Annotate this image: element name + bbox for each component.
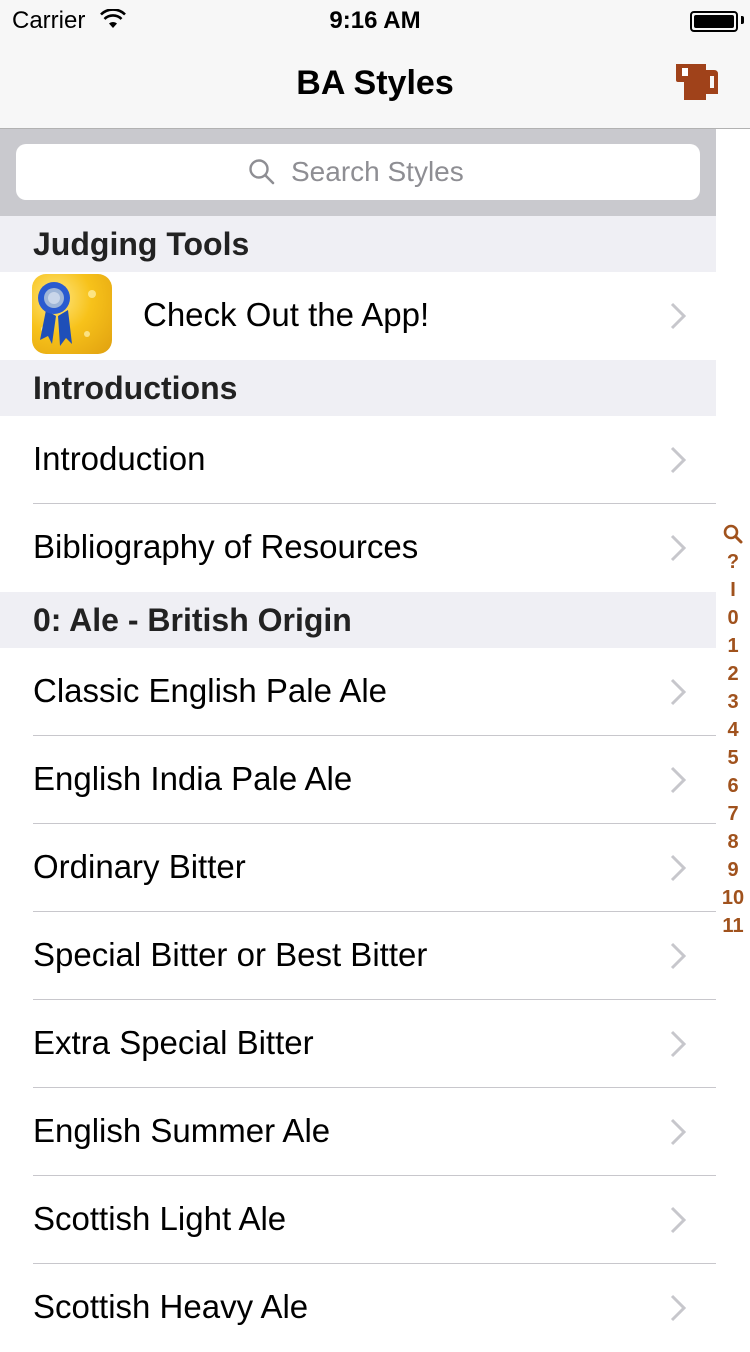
search-bar: Search Styles	[0, 129, 716, 216]
list-item-english-india-pale-ale[interactable]: English India Pale Ale	[0, 736, 716, 824]
chevron-right-icon	[670, 1206, 687, 1239]
section-title: Judging Tools	[33, 226, 250, 262]
status-time: 9:16 AM	[329, 7, 421, 34]
list-item-label: Introduction	[33, 440, 206, 477]
search-icon	[248, 158, 276, 191]
chevron-right-icon	[670, 302, 687, 335]
index-item[interactable]: 3	[727, 688, 738, 716]
section-index[interactable]: ? I 0 1 2 3 4 5 6 7 8 9 10 11	[716, 520, 750, 940]
chevron-right-icon	[670, 942, 687, 975]
list-item-label: Check Out the App!	[143, 296, 430, 333]
search-placeholder: Search Styles	[291, 156, 464, 187]
list-item-label: Scottish Heavy Ale	[33, 1288, 309, 1325]
status-bar: Carrier 9:16 AM	[0, 0, 750, 40]
chevron-right-icon	[670, 678, 687, 711]
navigation-bar: BA Styles	[0, 40, 750, 129]
index-item[interactable]: 8	[727, 828, 738, 856]
list-item-label: Special Bitter or Best Bitter	[33, 936, 428, 973]
index-item[interactable]: 9	[727, 856, 738, 884]
list-item-classic-english-pale-ale[interactable]: Classic English Pale Ale	[0, 648, 716, 736]
chevron-right-icon	[670, 446, 687, 479]
index-item[interactable]: 0	[727, 604, 738, 632]
chevron-right-icon	[670, 1294, 687, 1327]
index-item[interactable]: 5	[727, 744, 738, 772]
index-search-icon[interactable]	[723, 520, 743, 548]
list-item-label: English Summer Ale	[33, 1112, 331, 1149]
index-item[interactable]: I	[730, 576, 736, 604]
list-item-label: Ordinary Bitter	[33, 848, 246, 885]
section-header-judging-tools: Judging Tools	[0, 216, 716, 272]
list-item-ordinary-bitter[interactable]: Ordinary Bitter	[0, 824, 716, 912]
chevron-right-icon	[670, 854, 687, 887]
styles-list: Judging Tools Check Out the App! Introdu…	[0, 216, 716, 1352]
list-item-bibliography[interactable]: Bibliography of Resources	[0, 504, 716, 592]
page-title: BA Styles	[296, 64, 454, 102]
list-item-special-bitter[interactable]: Special Bitter or Best Bitter	[0, 912, 716, 1000]
index-item[interactable]: ?	[727, 548, 739, 576]
chevron-right-icon	[670, 1118, 687, 1151]
list-item-label: English India Pale Ale	[33, 760, 353, 797]
section-header-introductions: Introductions	[0, 360, 716, 416]
list-item-scottish-heavy-ale[interactable]: Scottish Heavy Ale	[0, 1264, 716, 1352]
list-item-english-summer-ale[interactable]: English Summer Ale	[0, 1088, 716, 1176]
battery-icon	[690, 11, 738, 32]
index-item[interactable]: 4	[727, 716, 738, 744]
beer-mug-icon[interactable]	[674, 60, 720, 104]
section-header-ale-british-origin: 0: Ale - British Origin	[0, 592, 716, 648]
list-item-extra-special-bitter[interactable]: Extra Special Bitter	[0, 1000, 716, 1088]
index-item[interactable]: 6	[727, 772, 738, 800]
index-item[interactable]: 7	[727, 800, 738, 828]
chevron-right-icon	[670, 534, 687, 567]
index-item[interactable]: 1	[727, 632, 738, 660]
list-item-label: Classic English Pale Ale	[33, 672, 388, 709]
section-title: Introductions	[33, 370, 238, 406]
battery-tip	[741, 16, 744, 24]
index-item[interactable]: 11	[722, 912, 743, 940]
list-item-label: Extra Special Bitter	[33, 1024, 314, 1061]
section-title: 0: Ale - British Origin	[33, 602, 352, 638]
list-item-introduction[interactable]: Introduction	[0, 416, 716, 504]
chevron-right-icon	[670, 1030, 687, 1063]
list-item-label: Scottish Light Ale	[33, 1200, 287, 1237]
app-icon	[32, 274, 112, 354]
list-item-label: Bibliography of Resources	[33, 528, 419, 565]
search-input[interactable]: Search Styles	[16, 144, 700, 200]
index-item[interactable]: 10	[722, 884, 744, 912]
chevron-right-icon	[670, 766, 687, 799]
list-item-check-out-app[interactable]: Check Out the App!	[0, 272, 716, 360]
index-item[interactable]: 2	[727, 660, 738, 688]
list-item-scottish-light-ale[interactable]: Scottish Light Ale	[0, 1176, 716, 1264]
